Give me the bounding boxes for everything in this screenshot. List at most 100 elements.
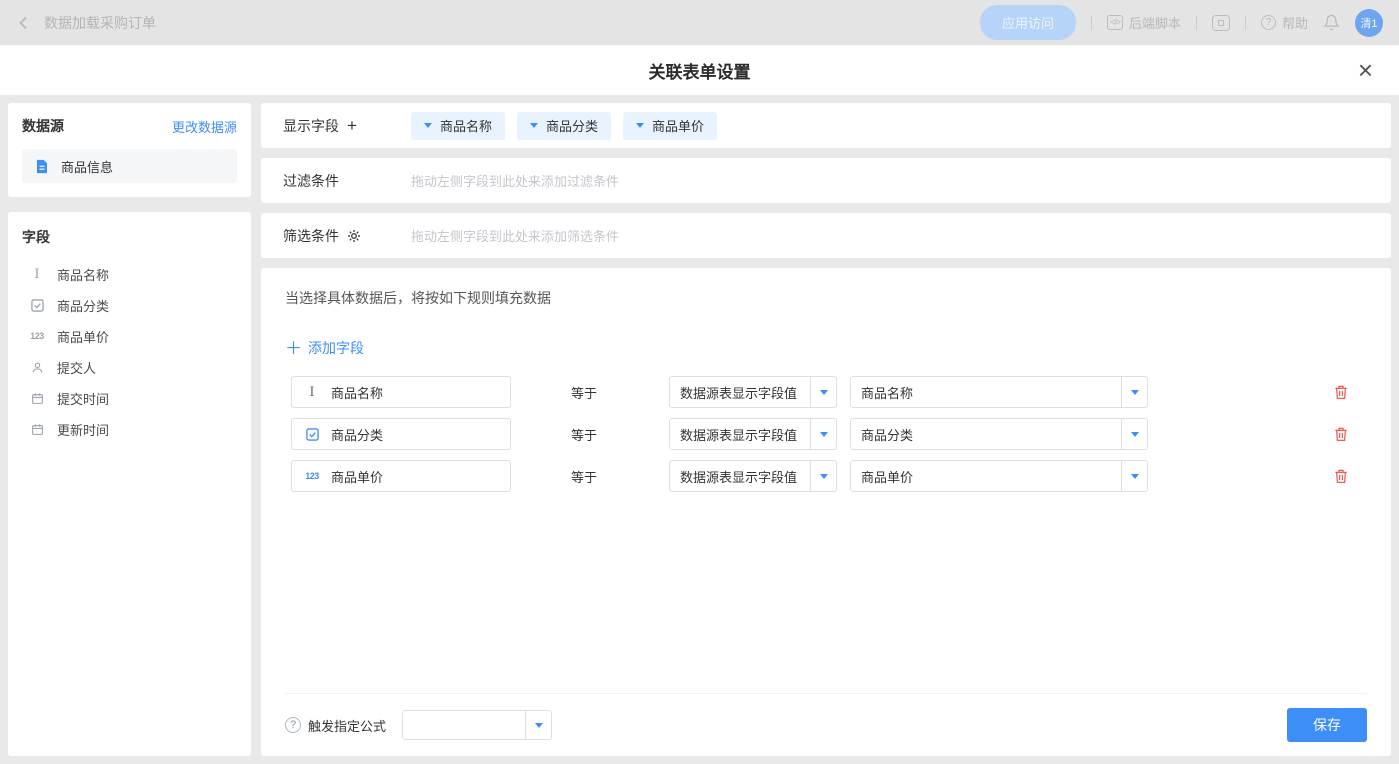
display-field-tag[interactable]: 商品分类 <box>517 112 611 140</box>
avatar[interactable]: 清1 <box>1355 9 1383 37</box>
tag-label: 商品名称 <box>440 116 492 135</box>
rule-target-value: 商品分类 <box>851 425 1121 444</box>
rule-target-select[interactable]: 商品单价 <box>850 460 1148 492</box>
bell-icon[interactable] <box>1323 14 1340 31</box>
modal-title: 关联表单设置 <box>649 58 751 83</box>
app-access-button[interactable]: 应用访问 <box>980 5 1076 40</box>
field-item-label: 更新时间 <box>57 420 109 439</box>
date-field-icon <box>27 392 47 405</box>
chevron-down-icon <box>1121 461 1147 491</box>
chevron-down-icon <box>810 377 836 407</box>
backend-script-button[interactable]: </> 后端脚本 <box>1107 13 1181 32</box>
field-item-label: 提交时间 <box>57 389 109 408</box>
rule-field-box[interactable]: I 商品名称 <box>291 376 511 408</box>
add-rule-field-button[interactable]: ＋ 添加字段 <box>285 338 364 358</box>
user-field-icon <box>27 361 47 374</box>
help-circle-icon[interactable]: ? <box>285 717 301 733</box>
chevron-down-icon <box>525 711 551 739</box>
filter-placeholder: 拖动左侧字段到此处来添加过滤条件 <box>411 171 619 190</box>
text-field-icon: I <box>27 268 47 281</box>
display-fields-label: 显示字段 <box>283 116 339 136</box>
field-item-submitter[interactable]: 提交人 <box>22 352 237 383</box>
rule-row: 123 商品单价 等于 数据源表显示字段值 商品单价 <box>285 460 1367 492</box>
modal-header: 关联表单设置 × <box>0 45 1399 95</box>
rules-footer: ? 触发指定公式 保存 <box>285 693 1367 742</box>
delete-rule-icon[interactable] <box>1333 468 1349 484</box>
delete-rule-icon[interactable] <box>1333 384 1349 400</box>
rule-target-select[interactable]: 商品名称 <box>850 376 1148 408</box>
rule-source-select[interactable]: 数据源表显示字段值 <box>669 376 837 408</box>
chevron-down-icon <box>810 461 836 491</box>
field-item-label: 商品名称 <box>57 265 109 284</box>
rule-target-select[interactable]: 商品分类 <box>850 418 1148 450</box>
add-display-field-button[interactable]: + <box>347 117 357 134</box>
help-button[interactable]: ? 帮助 <box>1261 13 1308 32</box>
modal-body: 数据源 更改数据源 商品信息 字段 I 商品名称 商品分类 <box>0 95 1399 764</box>
rule-source-value: 数据源表显示字段值 <box>670 383 810 402</box>
datasource-item-label: 商品信息 <box>61 157 113 176</box>
chevron-down-icon <box>636 123 644 128</box>
field-item-submit-time[interactable]: 提交时间 <box>22 383 237 414</box>
change-datasource-link[interactable]: 更改数据源 <box>172 117 237 136</box>
field-item-label: 商品单价 <box>57 327 109 346</box>
main-area: 显示字段 + 商品名称 商品分类 商品单价 过 <box>261 103 1391 756</box>
select-field-icon <box>27 299 47 312</box>
rule-source-select[interactable]: 数据源表显示字段值 <box>669 460 837 492</box>
topbar: 数据加载采购订单 应用访问 </> 后端脚本 ? 帮助 清1 <box>0 0 1399 45</box>
formula-label: 触发指定公式 <box>308 716 386 735</box>
rule-operator: 等于 <box>571 425 669 444</box>
filter-panel[interactable]: 过滤条件 拖动左侧字段到此处来添加过滤条件 <box>261 158 1391 203</box>
formula-select[interactable] <box>402 710 552 740</box>
rule-source-value: 数据源表显示字段值 <box>670 425 810 444</box>
rules-list: I 商品名称 等于 数据源表显示字段值 商品名称 <box>285 376 1367 492</box>
field-item-price[interactable]: 123 商品单价 <box>22 321 237 352</box>
rule-field-box[interactable]: 123 商品单价 <box>291 460 511 492</box>
sift-label: 筛选条件 <box>283 226 339 246</box>
document-icon <box>32 159 52 174</box>
field-item-name[interactable]: I 商品名称 <box>22 259 237 290</box>
divider <box>1091 16 1092 30</box>
rules-panel: 当选择具体数据后，将按如下规则填充数据 ＋ 添加字段 I 商品名称 等于 数据源… <box>261 268 1391 756</box>
delete-rule-icon[interactable] <box>1333 426 1349 442</box>
save-button[interactable]: 保存 <box>1287 708 1367 742</box>
field-item-category[interactable]: 商品分类 <box>22 290 237 321</box>
question-icon: ? <box>1261 15 1276 30</box>
chevron-down-icon <box>1121 377 1147 407</box>
add-rule-field-label: 添加字段 <box>308 338 364 358</box>
backend-script-label: 后端脚本 <box>1129 13 1181 32</box>
rule-target-value: 商品名称 <box>851 383 1121 402</box>
chevron-down-icon <box>530 123 538 128</box>
rule-field-label: 商品名称 <box>331 383 383 402</box>
datasource-item[interactable]: 商品信息 <box>22 149 237 183</box>
close-icon[interactable]: × <box>1358 57 1373 83</box>
plus-icon: ＋ <box>285 340 302 357</box>
display-field-tag[interactable]: 商品名称 <box>411 112 505 140</box>
text-field-icon: I <box>302 386 322 399</box>
help-label: 帮助 <box>1282 13 1308 32</box>
divider <box>1196 16 1197 30</box>
field-item-update-time[interactable]: 更新时间 <box>22 414 237 445</box>
fields-title: 字段 <box>22 227 237 247</box>
rule-source-value: 数据源表显示字段值 <box>670 467 810 486</box>
code-icon: </> <box>1107 15 1123 30</box>
datasource-panel: 数据源 更改数据源 商品信息 <box>8 103 251 197</box>
rule-field-box[interactable]: 商品分类 <box>291 418 511 450</box>
apps-icon[interactable] <box>1212 15 1230 31</box>
gear-icon[interactable] <box>347 229 361 243</box>
sidebar: 数据源 更改数据源 商品信息 字段 I 商品名称 商品分类 <box>8 103 251 756</box>
rule-target-value: 商品单价 <box>851 467 1121 486</box>
back-icon[interactable] <box>16 15 32 31</box>
sift-panel[interactable]: 筛选条件 拖动左侧字段到此处来添加筛选条件 <box>261 213 1391 258</box>
select-field-icon <box>302 428 322 441</box>
rule-operator: 等于 <box>571 383 669 402</box>
field-item-label: 提交人 <box>57 358 96 377</box>
page-title: 数据加载采购订单 <box>44 13 156 33</box>
rule-source-select[interactable]: 数据源表显示字段值 <box>669 418 837 450</box>
rules-hint: 当选择具体数据后，将按如下规则填充数据 <box>285 288 1367 308</box>
tag-label: 商品单价 <box>652 116 704 135</box>
rule-operator: 等于 <box>571 467 669 486</box>
rule-row: 商品分类 等于 数据源表显示字段值 商品分类 <box>285 418 1367 450</box>
display-field-tag[interactable]: 商品单价 <box>623 112 717 140</box>
display-fields-panel: 显示字段 + 商品名称 商品分类 商品单价 <box>261 103 1391 148</box>
number-field-icon: 123 <box>302 472 322 481</box>
